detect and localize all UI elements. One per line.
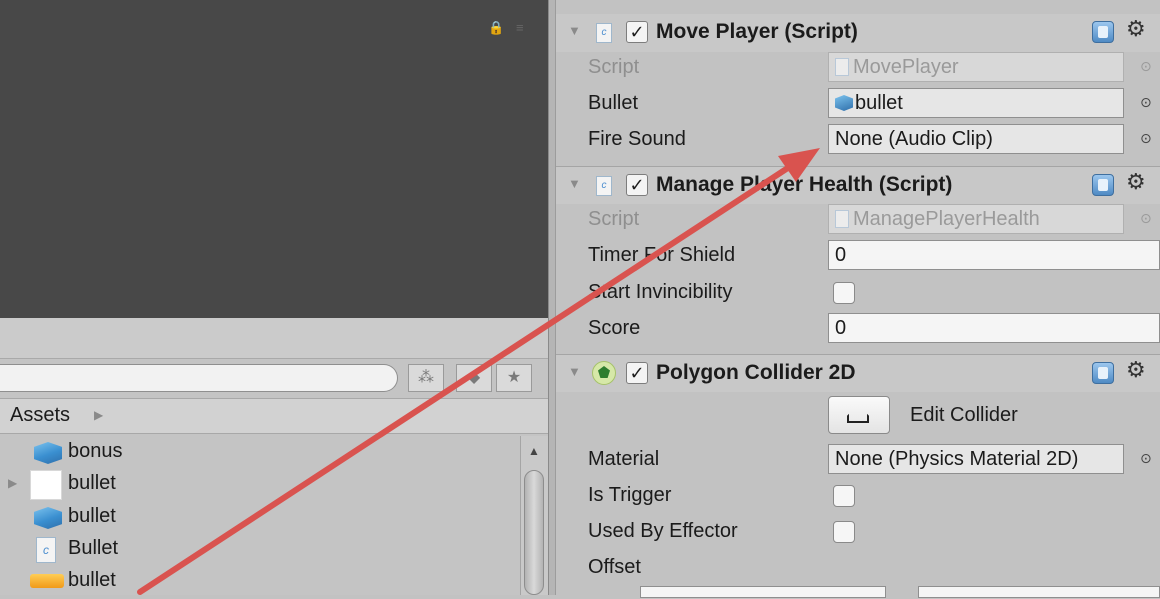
breadcrumb-chevron-icon: ▶ xyxy=(94,408,104,422)
expand-arrow-icon[interactable]: ▶ xyxy=(8,476,17,490)
sprite-icon xyxy=(30,470,62,500)
timer-for-shield-label: Timer For Shield xyxy=(588,244,736,266)
gear-icon[interactable]: ⚙ xyxy=(1126,357,1146,383)
bullet-field[interactable]: bullet xyxy=(828,88,1124,118)
asset-name: bullet xyxy=(68,569,116,591)
component-header-polygon-collider[interactable]: ▼ ✓ Polygon Collider 2D ⚙ xyxy=(556,354,1160,392)
object-picker-icon[interactable]: ⊙ xyxy=(1140,450,1152,467)
offset-label: Offset xyxy=(588,556,641,578)
score-label: Score xyxy=(588,317,641,339)
material-field[interactable]: None (Physics Material 2D) xyxy=(828,444,1124,474)
is-trigger-checkbox[interactable] xyxy=(833,485,855,507)
object-picker-icon: ⊙ xyxy=(1140,58,1152,74)
breadcrumb-assets[interactable]: Assets xyxy=(10,404,70,427)
component-title: Manage Player Health (Script) xyxy=(656,173,953,196)
panel-splitter[interactable] xyxy=(548,0,556,595)
start-invincibility-checkbox[interactable] xyxy=(833,282,855,304)
prefab-cube-icon xyxy=(34,442,62,464)
score-input[interactable]: 0 xyxy=(828,313,1160,343)
foldout-arrow-icon[interactable]: ▼ xyxy=(568,23,581,38)
edit-collider-button[interactable] xyxy=(828,396,890,434)
is-trigger-label: Is Trigger xyxy=(588,484,672,506)
object-picker-icon[interactable]: ⊙ xyxy=(1140,130,1152,147)
script-icon: c xyxy=(36,537,56,563)
object-picker-icon: ⊙ xyxy=(1140,210,1152,226)
script-label: Script xyxy=(588,208,640,230)
asset-name: bullet xyxy=(68,505,116,527)
prefab-cube-icon xyxy=(34,507,62,529)
asset-name: bullet xyxy=(68,472,116,494)
gear-icon[interactable]: ⚙ xyxy=(1126,169,1146,195)
object-picker-icon[interactable]: ⊙ xyxy=(1140,94,1152,111)
help-icon[interactable] xyxy=(1092,174,1114,196)
component-title: Polygon Collider 2D xyxy=(656,361,856,384)
component-enabled-checkbox[interactable]: ✓ xyxy=(626,174,648,196)
foldout-arrow-icon[interactable]: ▼ xyxy=(568,364,581,379)
component-enabled-checkbox[interactable]: ✓ xyxy=(626,362,648,384)
filter-by-type-button[interactable]: ⁂ xyxy=(408,364,444,392)
fire-sound-field[interactable]: None (Audio Clip) xyxy=(828,124,1124,154)
edit-collider-label: Edit Collider xyxy=(910,404,1018,426)
help-icon[interactable] xyxy=(1092,362,1114,384)
used-by-effector-label: Used By Effector xyxy=(588,520,738,542)
scrollbar-thumb[interactable] xyxy=(524,470,544,595)
filter-by-label-button[interactable]: ◆ xyxy=(456,364,492,392)
filter-type-icon: ⁂ xyxy=(418,369,434,386)
component-header-move-player[interactable]: ▼ c ✓ Move Player (Script) ⚙ xyxy=(556,14,1160,52)
component-title: Move Player (Script) xyxy=(656,20,858,43)
asset-name: bonus xyxy=(68,440,123,462)
scene-view[interactable] xyxy=(0,0,548,318)
asset-name: Bullet xyxy=(68,537,119,559)
script-label: Script xyxy=(588,56,640,78)
asset-item[interactable]: ▶ bullet xyxy=(0,470,520,502)
component-enabled-checkbox[interactable]: ✓ xyxy=(626,21,648,43)
favorites-button[interactable]: ★ xyxy=(496,364,532,392)
label-icon: ◆ xyxy=(467,369,481,386)
offset-x-input[interactable] xyxy=(640,586,886,598)
script-icon: c xyxy=(596,176,612,196)
used-by-effector-checkbox[interactable] xyxy=(833,521,855,543)
offset-y-input[interactable] xyxy=(918,586,1160,598)
timer-for-shield-input[interactable]: 0 xyxy=(828,240,1160,270)
asset-item[interactable]: c Bullet xyxy=(0,535,520,567)
asset-item[interactable]: bullet xyxy=(0,503,520,535)
polygon-collider-icon xyxy=(592,361,616,385)
prefab-icon xyxy=(30,574,64,588)
script-field: MovePlayer xyxy=(828,52,1124,82)
script-field: ManagePlayerHealth xyxy=(828,204,1124,234)
breadcrumb xyxy=(0,398,548,434)
material-label: Material xyxy=(588,448,660,470)
prefab-cube-icon xyxy=(835,95,853,111)
gear-icon[interactable]: ⚙ xyxy=(1126,16,1146,42)
scroll-up-icon[interactable]: ▲ xyxy=(528,444,540,458)
help-icon[interactable] xyxy=(1092,21,1114,43)
panel-menu-icon[interactable]: ≡ xyxy=(516,20,538,35)
bullet-label: Bullet xyxy=(588,92,639,114)
foldout-arrow-icon[interactable]: ▼ xyxy=(568,176,581,191)
asset-item[interactable]: bonus xyxy=(0,438,520,470)
start-invincibility-label: Start Invincibility xyxy=(588,281,733,303)
asset-item[interactable]: bullet xyxy=(0,567,520,599)
lock-icon[interactable]: 🔒 xyxy=(488,20,504,36)
star-icon: ★ xyxy=(506,369,522,386)
project-search-input[interactable] xyxy=(0,364,398,392)
script-icon xyxy=(835,210,849,228)
project-toolbar xyxy=(0,318,548,359)
script-icon: c xyxy=(596,23,612,43)
fire-sound-label: Fire Sound xyxy=(588,128,686,150)
component-header-manage-player-health[interactable]: ▼ c ✓ Manage Player Health (Script) ⚙ xyxy=(556,166,1160,204)
script-icon xyxy=(835,58,849,76)
